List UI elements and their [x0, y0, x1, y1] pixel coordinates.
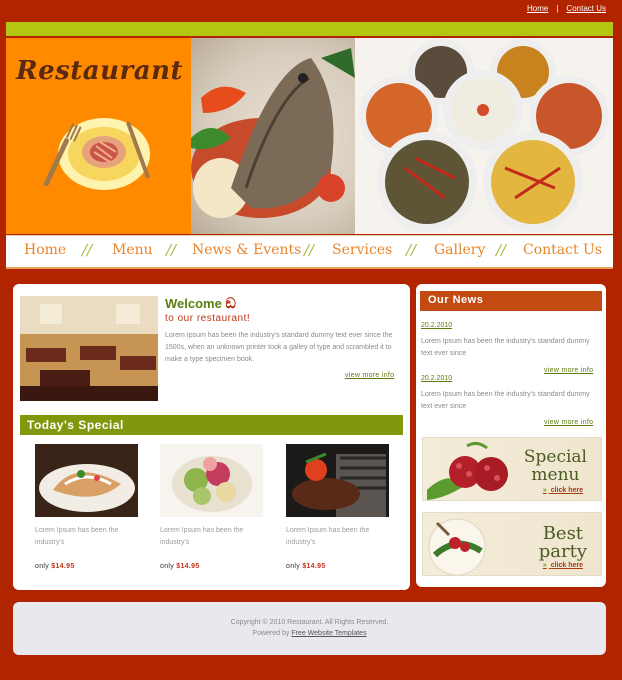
news-date-link[interactable]: 20.2.2010 — [421, 375, 452, 382]
best-party-promo[interactable]: Best party » click here — [422, 512, 602, 576]
curry-bowls-image — [355, 38, 613, 234]
news-view-more-link[interactable]: view more info — [544, 367, 593, 374]
nav-item-menu[interactable]: Menu — [112, 242, 153, 258]
main-content: Welcome ඞ to our restaurant! Lorem Ipsum… — [13, 284, 410, 590]
special-item-price: only $14.95 — [160, 563, 200, 570]
todays-special-title: Today's Special — [27, 418, 124, 432]
welcome-text: Lorem Ipsum has been the industry's stan… — [165, 332, 393, 363]
nav-separator: // — [406, 241, 417, 259]
special-menu-promo[interactable]: Special menu » click here — [422, 437, 602, 501]
special-menu-title: Special menu — [523, 447, 587, 485]
nav-item-contact[interactable]: Contact Us — [523, 242, 602, 258]
special-item-price: only $14.95 — [286, 563, 326, 570]
nav-separator: // — [166, 241, 177, 259]
special-item-image[interactable] — [160, 444, 263, 517]
top-link-contact[interactable]: Contact Us — [566, 4, 606, 13]
welcome-heading: Welcome ඞ — [165, 296, 236, 312]
plate-logo-icon — [44, 118, 150, 190]
welcome-subtitle: to our restaurant! — [165, 313, 251, 324]
nav-separator: // — [82, 241, 93, 259]
welcome-view-more-link[interactable]: view more info — [345, 372, 394, 379]
special-item-desc: Lorem Ipsum has been the industry's — [35, 527, 119, 546]
special-item: Lorem Ipsum has been the industry's only… — [160, 444, 270, 570]
logo-text: Restaurant — [16, 56, 184, 86]
restaurant-interior-image — [20, 296, 158, 401]
best-party-title: Best party — [538, 523, 587, 562]
news-text: Lorem Ipsum has been the industry's stan… — [421, 391, 590, 410]
header-accent-bar — [6, 22, 613, 36]
top-links: Home | Contact Us — [527, 4, 606, 13]
special-item-desc: Lorem Ipsum has been the industry's — [286, 527, 370, 546]
news-date-link[interactable]: 20.2.2010 — [421, 322, 452, 329]
nav-separator: // — [496, 241, 507, 259]
news-title: Our News — [428, 294, 484, 306]
news-header: Our News — [420, 291, 602, 311]
footer: Copyright © 2010 Restaurant. All Rights … — [13, 602, 606, 655]
special-item: Lorem Ipsum has been the industry's only… — [286, 444, 396, 570]
welcome-title: Welcome — [165, 296, 222, 311]
special-item: Lorem Ipsum has been the industry's only… — [35, 444, 145, 570]
news-view-more-link[interactable]: view more info — [544, 419, 593, 426]
welcome-ornament-icon: ඞ — [225, 296, 236, 312]
main-nav: Home // Menu // News & Events // Service… — [6, 235, 613, 269]
header-banner: Restaurant — [6, 38, 613, 234]
top-links-separator: | — [556, 4, 559, 13]
special-item-price: only $14.95 — [35, 563, 75, 570]
nav-item-news[interactable]: News & Events — [192, 242, 301, 258]
special-item-image[interactable] — [286, 444, 389, 517]
footer-powered: Powered by Free Website Templates — [252, 630, 367, 637]
nav-item-gallery[interactable]: Gallery — [434, 242, 485, 258]
special-item-image[interactable] — [35, 444, 138, 517]
special-menu-link[interactable]: » click here — [543, 487, 583, 494]
news-text: Lorem Ipsum has been the industry's stan… — [421, 338, 590, 357]
footer-copyright: Copyright © 2010 Restaurant. All Rights … — [230, 619, 389, 626]
todays-special-header: Today's Special — [20, 415, 403, 435]
nav-separator: // — [304, 241, 315, 259]
raspberry-icon — [427, 441, 508, 500]
nav-item-home[interactable]: Home — [24, 242, 66, 258]
party-plate-icon — [428, 518, 486, 575]
special-item-desc: Lorem Ipsum has been the industry's — [160, 527, 244, 546]
fish-dish-image — [191, 38, 355, 234]
sidebar: Our News 20.2.2010 Lorem Ipsum has been … — [416, 284, 606, 587]
logo-panel: Restaurant — [6, 38, 191, 234]
top-link-home[interactable]: Home — [527, 4, 548, 13]
footer-templates-link[interactable]: Free Website Templates — [291, 630, 366, 637]
nav-item-services[interactable]: Services — [332, 242, 392, 258]
best-party-link[interactable]: » click here — [543, 562, 583, 569]
